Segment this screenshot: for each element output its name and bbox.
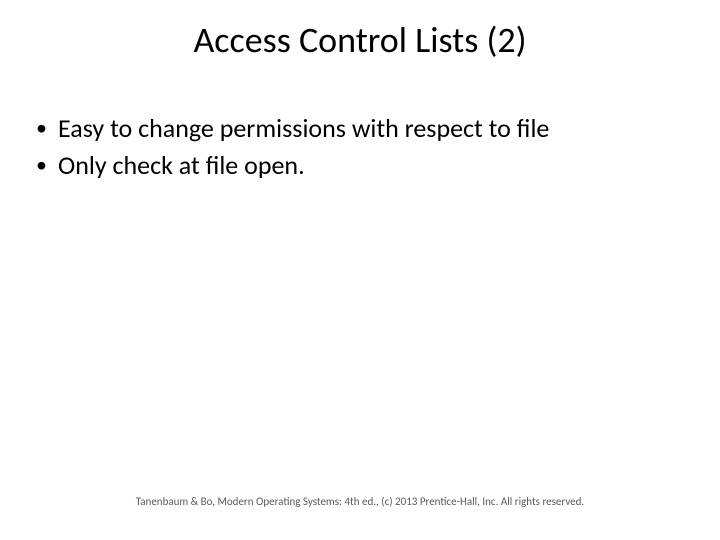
slide-body: • Easy to change permissions with respec… <box>36 112 684 185</box>
bullet-icon: • <box>36 112 58 144</box>
slide-title: Access Control Lists (2) <box>0 18 720 62</box>
bullet-text: Only check at file open. <box>58 149 684 182</box>
slide: Access Control Lists (2) • Easy to chang… <box>0 0 720 540</box>
bullet-icon: • <box>36 149 58 181</box>
slide-footer: Tanenbaum & Bo, Modern Operating Systems… <box>0 495 720 508</box>
bullet-text: Easy to change permissions with respect … <box>58 112 684 145</box>
list-item: • Easy to change permissions with respec… <box>36 112 684 145</box>
list-item: • Only check at file open. <box>36 149 684 182</box>
